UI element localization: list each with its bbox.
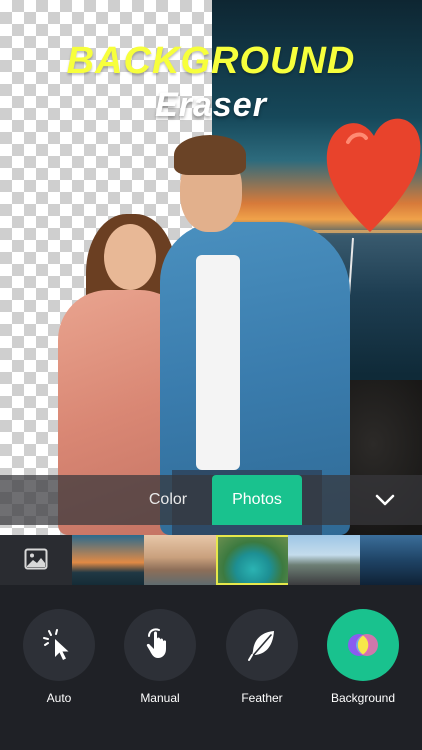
feather-tool-circle[interactable] [226, 609, 298, 681]
thumbnail-sunset-coast[interactable] [72, 535, 144, 585]
hand-touch-icon [146, 628, 166, 658]
app-screen: BACKGROUND Eraser Color Photos Auto Manu… [0, 0, 422, 750]
auto-tool-circle[interactable] [23, 609, 95, 681]
background-tool-label: Background [330, 691, 396, 705]
background-thumbnail-strip [0, 535, 422, 585]
tab-color[interactable]: Color [126, 475, 210, 525]
background-type-tabs: Color Photos [0, 475, 422, 525]
auto-tool[interactable]: Auto [14, 609, 104, 705]
thumbnail-lagoon-selected[interactable] [216, 535, 290, 585]
feather-tool-label: Feather [241, 691, 283, 705]
man-hair [174, 135, 246, 175]
manual-tool-circle[interactable] [124, 609, 196, 681]
thumbnail-road[interactable] [288, 535, 360, 585]
image-icon [24, 548, 48, 570]
thumbnail-city[interactable] [360, 535, 422, 585]
man-tshirt [196, 255, 240, 470]
cursor-click-icon [43, 629, 69, 660]
woman-face [104, 224, 156, 290]
chevron-down-icon[interactable] [370, 488, 400, 512]
headline-title: BACKGROUND [66, 40, 356, 82]
manual-tool[interactable]: Manual [115, 609, 205, 705]
feather-tool[interactable]: Feather [217, 609, 307, 705]
photo-canvas[interactable]: BACKGROUND Eraser Color Photos [0, 0, 422, 535]
gallery-button[interactable] [0, 535, 72, 585]
color-circles-icon [348, 634, 378, 656]
tools-panel: Auto Manual Feather Background [0, 585, 422, 750]
thumbnail-cliffs[interactable] [144, 535, 216, 585]
manual-tool-label: Manual [140, 691, 180, 705]
auto-tool-label: Auto [46, 691, 72, 705]
tab-photos[interactable]: Photos [212, 475, 302, 525]
background-tool[interactable]: Background [318, 609, 408, 705]
feather-icon [248, 631, 274, 661]
headline-subtitle: Eraser [155, 86, 267, 124]
background-tool-circle[interactable] [327, 609, 399, 681]
